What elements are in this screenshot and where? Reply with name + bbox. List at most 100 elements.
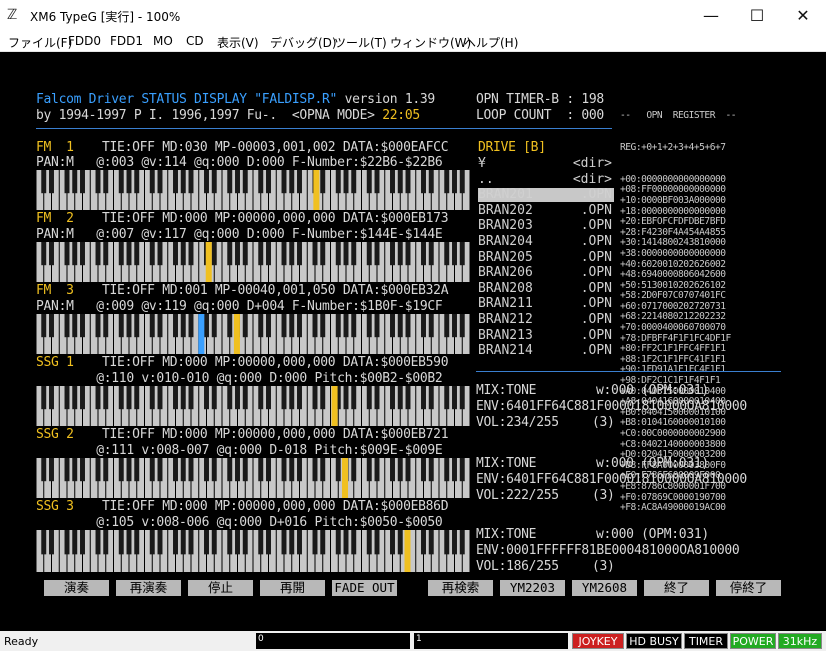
black-key [374, 386, 380, 410]
file-name: BRAN208 [478, 280, 533, 296]
file-ext: .OPN [580, 343, 612, 359]
black-key [180, 170, 186, 194]
minimize-button[interactable]: — [688, 0, 734, 31]
black-key [397, 530, 403, 555]
file-ext: .OPN [580, 312, 612, 327]
black-key [374, 170, 380, 194]
file-entry[interactable]: BRAN204 .OPN [478, 235, 614, 249]
file-entry[interactable]: .. <dir> [478, 172, 614, 187]
menu-view[interactable]: 表示(V) [217, 34, 259, 51]
file-name: BRAN205 [478, 249, 533, 265]
black-key [80, 242, 85, 266]
keyboard [36, 314, 470, 354]
register-divider [476, 371, 781, 372]
black-key [134, 386, 140, 410]
file-entry[interactable]: BRAN213 .OPN [478, 327, 614, 343]
channel-name: FM 2 [36, 211, 74, 226]
file-entry[interactable]: BRAN201 .OPN [478, 187, 614, 203]
menu-help[interactable]: ヘルプ(H) [464, 34, 518, 51]
file-entry[interactable]: BRAN206 .OPN [478, 266, 614, 280]
black-key [235, 386, 240, 410]
active-note-marker [313, 170, 320, 210]
black-key [366, 458, 372, 482]
close-button[interactable]: ✕ [780, 0, 826, 31]
black-key [103, 170, 109, 194]
exit-button[interactable]: 終了 [644, 580, 709, 596]
channel-name: SSG 1 [36, 355, 74, 370]
file-entry[interactable]: BRAN214 .OPN [478, 344, 614, 358]
black-key [41, 530, 47, 555]
black-key [428, 242, 434, 266]
replay-button[interactable]: 再演奏 [116, 580, 181, 596]
file-entry[interactable]: BRAN205 .OPN [478, 249, 614, 265]
menu-debug[interactable]: デバッグ(D) [270, 34, 337, 51]
black-key [320, 458, 326, 482]
black-key [320, 314, 326, 338]
ym2608-button[interactable]: YM2608 [572, 580, 637, 596]
research-button[interactable]: 再検索 [428, 580, 493, 596]
black-key [157, 242, 163, 266]
file-entry[interactable]: ¥ <dir> [478, 157, 614, 171]
power-indicator: POWER [730, 633, 776, 649]
black-key [351, 242, 357, 266]
keyboard [36, 170, 470, 210]
black-key [390, 242, 395, 266]
black-key [444, 314, 450, 338]
menu-cd[interactable]: CD [186, 34, 204, 48]
black-key [390, 458, 395, 482]
menu-tool[interactable]: ツール(T) [334, 34, 387, 51]
ssg-extra: (3) [592, 415, 615, 430]
black-key [343, 242, 349, 266]
black-key [188, 170, 194, 194]
active-note-marker [198, 314, 205, 354]
menu-window[interactable]: ウィンドウ(W) [390, 34, 471, 51]
play-button[interactable]: 演奏 [44, 580, 109, 596]
file-entry[interactable]: BRAN203 .OPN [478, 219, 614, 233]
file-ext: .OPN [580, 187, 612, 203]
black-key [149, 458, 155, 482]
black-key [281, 170, 287, 194]
black-key [405, 314, 411, 338]
black-key [258, 386, 264, 410]
stop-exit-button[interactable]: 停終了 [716, 580, 781, 596]
black-key [266, 386, 271, 410]
black-key [211, 242, 217, 266]
black-key [64, 314, 70, 338]
file-ext: .OPN [580, 202, 612, 218]
file-entry[interactable]: BRAN211 .OPN [478, 297, 614, 311]
menu-fdd1[interactable]: FDD1 [110, 34, 143, 48]
resume-button[interactable]: 再開 [260, 580, 325, 596]
file-entry[interactable]: BRAN208 .OPN [478, 280, 614, 296]
menu-mo[interactable]: MO [153, 34, 173, 48]
file-entry[interactable]: BRAN202 .OPN [478, 202, 614, 218]
black-key [227, 314, 233, 338]
black-key [421, 530, 426, 555]
black-key [149, 386, 155, 410]
black-key [64, 386, 70, 410]
active-note-marker [205, 242, 212, 282]
channel-info: TIE:OFF MD:000 MP:00000,000,000 DATA:$00… [102, 427, 449, 442]
black-key [157, 170, 163, 194]
black-key [72, 458, 78, 482]
menu-file[interactable]: ファイル(F) [8, 34, 72, 51]
black-key [118, 170, 124, 194]
black-key [204, 458, 209, 482]
black-key [281, 530, 287, 555]
black-key [459, 458, 465, 482]
black-key [72, 530, 78, 555]
black-key [242, 530, 248, 555]
black-key [452, 386, 457, 410]
fade-out-button[interactable]: FADE OUT [332, 580, 397, 596]
file-entry[interactable]: BRAN212 .OPN [478, 313, 614, 327]
emulator-screen[interactable]: Falcom Driver STATUS DISPLAY "FALDISP.R"… [0, 52, 826, 631]
app-icon[interactable]: ℤ [7, 8, 17, 22]
maximize-button[interactable]: ☐ [734, 0, 780, 31]
black-key [188, 242, 194, 266]
file-name: BRAN213 [478, 327, 533, 343]
black-key [266, 458, 271, 482]
menu-fdd0[interactable]: FDD0 [68, 34, 101, 48]
black-key [103, 530, 109, 555]
stop-button[interactable]: 停止 [188, 580, 253, 596]
ym2203-button[interactable]: YM2203 [500, 580, 565, 596]
file-name: BRAN206 [478, 265, 533, 281]
